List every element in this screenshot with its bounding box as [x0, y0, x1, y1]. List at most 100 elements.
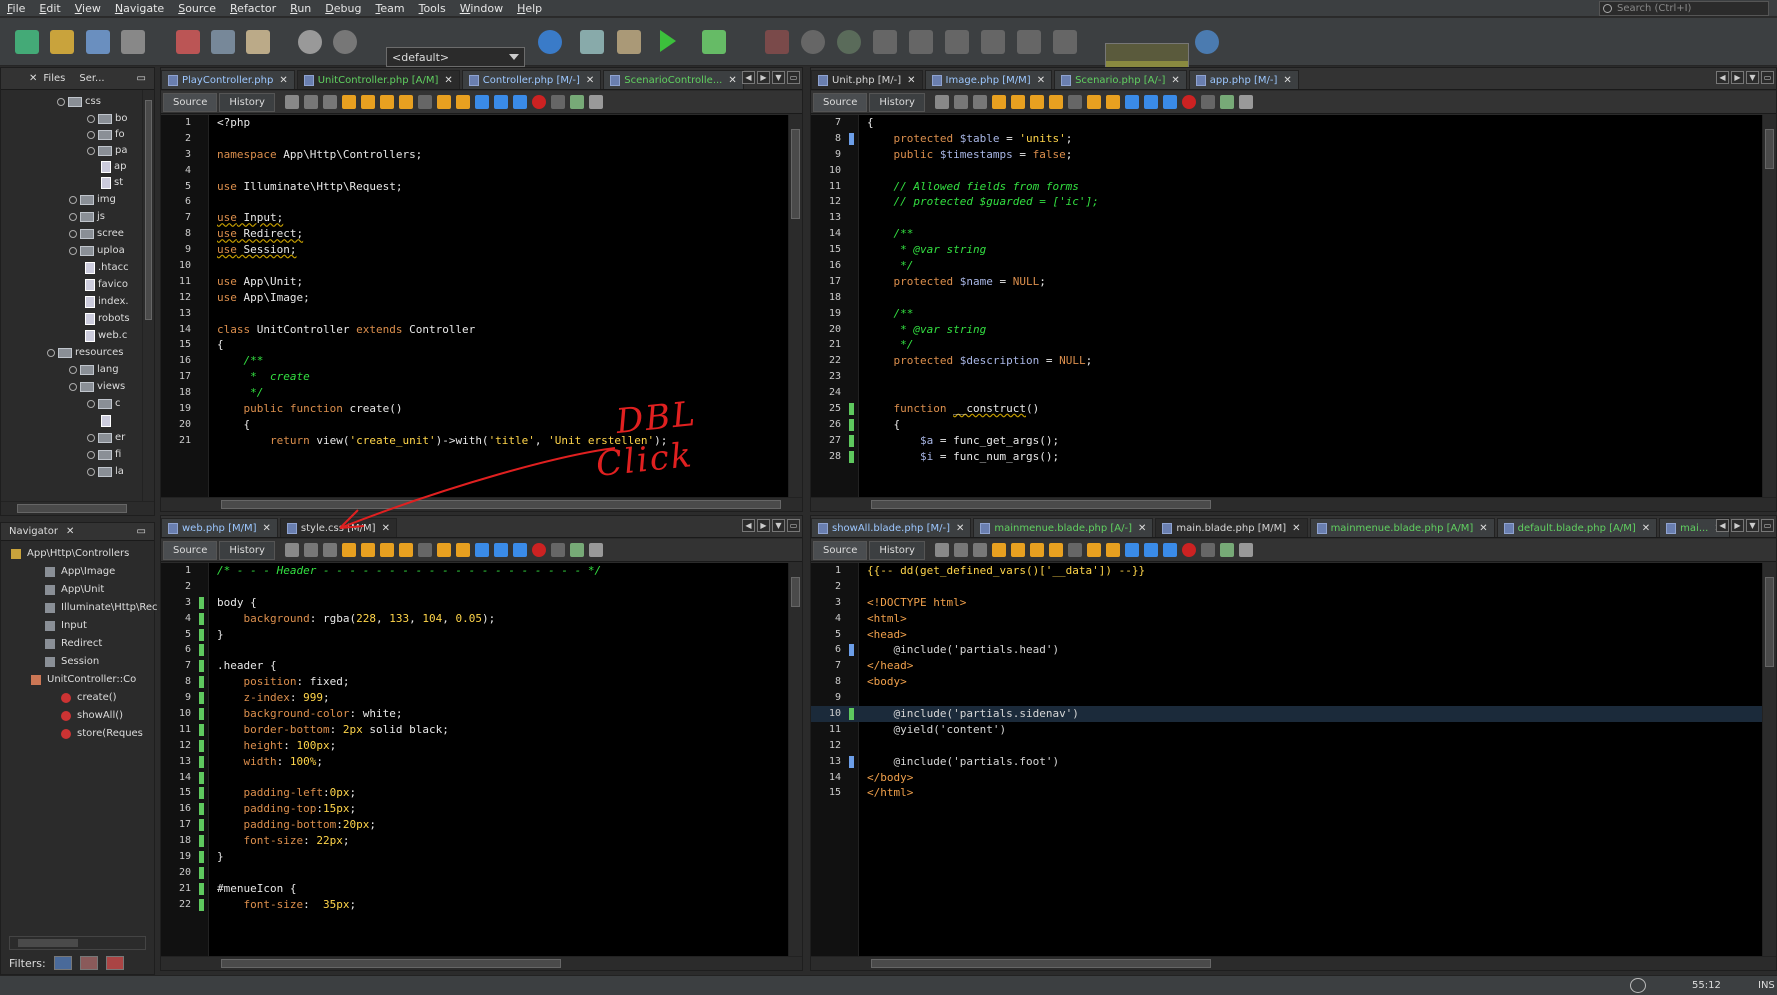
- horizontal-scrollbar[interactable]: [1, 501, 154, 515]
- navigator-item[interactable]: App\Image: [45, 564, 115, 580]
- menu-view[interactable]: View: [68, 0, 108, 17]
- toggle-select-icon[interactable]: [1067, 543, 1082, 557]
- step-out-icon[interactable]: [945, 30, 969, 54]
- tree-item[interactable]: er: [87, 430, 125, 446]
- editor-tab[interactable]: mainmenue.blade.php [A/-] ✕: [973, 518, 1154, 537]
- editor-tab[interactable]: Controller.php [M/-] ✕: [461, 70, 602, 89]
- close-icon[interactable]: ✕: [66, 526, 74, 537]
- stop-macro-icon[interactable]: [1200, 543, 1215, 557]
- tree-item[interactable]: la: [87, 464, 124, 480]
- uncomment-icon[interactable]: [588, 95, 603, 109]
- record-macro-icon[interactable]: [531, 95, 546, 109]
- uncomment-icon[interactable]: [1238, 95, 1253, 109]
- tab-services[interactable]: Ser...: [79, 73, 104, 84]
- scroll-left-icon[interactable]: ◀: [742, 519, 755, 532]
- back-icon[interactable]: [953, 543, 968, 557]
- close-tab-icon[interactable]: ✕: [1292, 523, 1300, 534]
- open-project-icon[interactable]: [86, 30, 110, 54]
- toggle-highlight-icon[interactable]: [1048, 95, 1063, 109]
- menu-source[interactable]: Source: [171, 0, 223, 17]
- tree-item[interactable]: c: [87, 396, 121, 412]
- menu-window[interactable]: Window: [453, 0, 510, 17]
- copy-icon[interactable]: [211, 30, 235, 54]
- tab-list-icon[interactable]: ▼: [772, 519, 785, 532]
- horizontal-scrollbar[interactable]: [161, 956, 802, 970]
- paste-icon[interactable]: [246, 30, 270, 54]
- expand-icon[interactable]: [69, 213, 77, 221]
- last-edit-icon[interactable]: [934, 543, 949, 557]
- uncomment-icon[interactable]: [588, 543, 603, 557]
- editor-tab[interactable]: ScenarioControlle... ✕: [603, 70, 744, 89]
- comment-icon[interactable]: [569, 543, 584, 557]
- pause-icon[interactable]: [801, 30, 825, 54]
- last-edit-icon[interactable]: [284, 543, 299, 557]
- run-icon[interactable]: [660, 30, 676, 52]
- maximize-icon[interactable]: ▭: [1761, 71, 1774, 84]
- shift-right-icon[interactable]: [512, 543, 527, 557]
- filter-static-icon[interactable]: [105, 956, 124, 970]
- tree-item[interactable]: fo: [87, 127, 125, 143]
- horizontal-scrollbar[interactable]: [811, 956, 1776, 970]
- close-tab-icon[interactable]: ✕: [1037, 75, 1045, 86]
- close-tab-icon[interactable]: ✕: [263, 523, 271, 534]
- shift-left-icon[interactable]: [493, 543, 508, 557]
- tree-item[interactable]: robots: [85, 311, 130, 327]
- tree-item[interactable]: uploa: [69, 243, 125, 259]
- tree-item[interactable]: views: [69, 379, 125, 395]
- close-tab-icon[interactable]: ✕: [728, 75, 736, 86]
- close-tab-icon[interactable]: ✕: [586, 75, 594, 86]
- prev-bookmark-icon[interactable]: [1086, 95, 1101, 109]
- toggle-select-icon[interactable]: [417, 95, 432, 109]
- prev-bookmark-icon[interactable]: [436, 543, 451, 557]
- close-tab-icon[interactable]: ✕: [907, 75, 915, 86]
- expand-icon[interactable]: [57, 98, 65, 106]
- back-icon[interactable]: [953, 95, 968, 109]
- last-edit-icon[interactable]: [934, 95, 949, 109]
- minimize-icon[interactable]: ▭: [137, 73, 146, 84]
- forward-icon[interactable]: [322, 95, 337, 109]
- editor-tab[interactable]: Scenario.php [A/-] ✕: [1054, 70, 1187, 89]
- shift-left-icon[interactable]: [493, 95, 508, 109]
- tree-item[interactable]: st: [101, 175, 123, 191]
- toggle-select-icon[interactable]: [417, 543, 432, 557]
- stop-macro-icon[interactable]: [550, 543, 565, 557]
- editor-tab[interactable]: main.blade.php [M/M] ✕: [1155, 518, 1308, 537]
- editor-tab[interactable]: PlayController.php ✕: [161, 70, 295, 89]
- record-macro-icon[interactable]: [1181, 95, 1196, 109]
- toggle-highlight-icon[interactable]: [398, 95, 413, 109]
- shift-right-icon[interactable]: [1162, 543, 1177, 557]
- close-tab-icon[interactable]: ✕: [1642, 523, 1650, 534]
- globe-icon[interactable]: [538, 30, 562, 54]
- next-bookmark-icon[interactable]: [1105, 543, 1120, 557]
- run-to-cursor-icon[interactable]: [981, 30, 1005, 54]
- tree-item[interactable]: fi: [87, 447, 121, 463]
- find-next-icon[interactable]: [379, 543, 394, 557]
- tree-item[interactable]: pa: [87, 143, 127, 159]
- expand-icon[interactable]: [87, 468, 95, 476]
- toggle-select-icon[interactable]: [1067, 95, 1082, 109]
- find-icon[interactable]: [991, 543, 1006, 557]
- maximize-icon[interactable]: ▭: [787, 71, 800, 84]
- history-button[interactable]: History: [219, 540, 275, 560]
- code-area[interactable]: 1 /* - - - Header - - - - - - - - - - - -…: [161, 563, 788, 956]
- filter-inherited-icon[interactable]: [79, 956, 98, 970]
- prev-bookmark-icon[interactable]: [1086, 543, 1101, 557]
- vertical-scrollbar[interactable]: [1762, 115, 1776, 497]
- tree-item[interactable]: [101, 413, 114, 429]
- scroll-right-icon[interactable]: ▶: [1731, 519, 1744, 532]
- next-bookmark-icon[interactable]: [455, 543, 470, 557]
- last-edit-icon[interactable]: [284, 95, 299, 109]
- scroll-left-icon[interactable]: ◀: [1716, 71, 1729, 84]
- expand-icon[interactable]: [87, 115, 95, 123]
- menu-edit[interactable]: Edit: [32, 0, 67, 17]
- save-all-icon[interactable]: [121, 30, 145, 54]
- stop-icon[interactable]: [765, 30, 789, 54]
- editor-tab[interactable]: web.php [M/M] ✕: [161, 518, 278, 537]
- source-button[interactable]: Source: [163, 92, 218, 112]
- record-macro-icon[interactable]: [531, 543, 546, 557]
- filter-fields-icon[interactable]: [53, 956, 72, 970]
- horizontal-scrollbar[interactable]: [811, 497, 1776, 511]
- close-tab-icon[interactable]: ✕: [956, 523, 964, 534]
- code-area[interactable]: 1 {{-- dd(get_defined_vars()['__data']) -…: [811, 563, 1762, 956]
- tab-files[interactable]: Files: [43, 73, 65, 84]
